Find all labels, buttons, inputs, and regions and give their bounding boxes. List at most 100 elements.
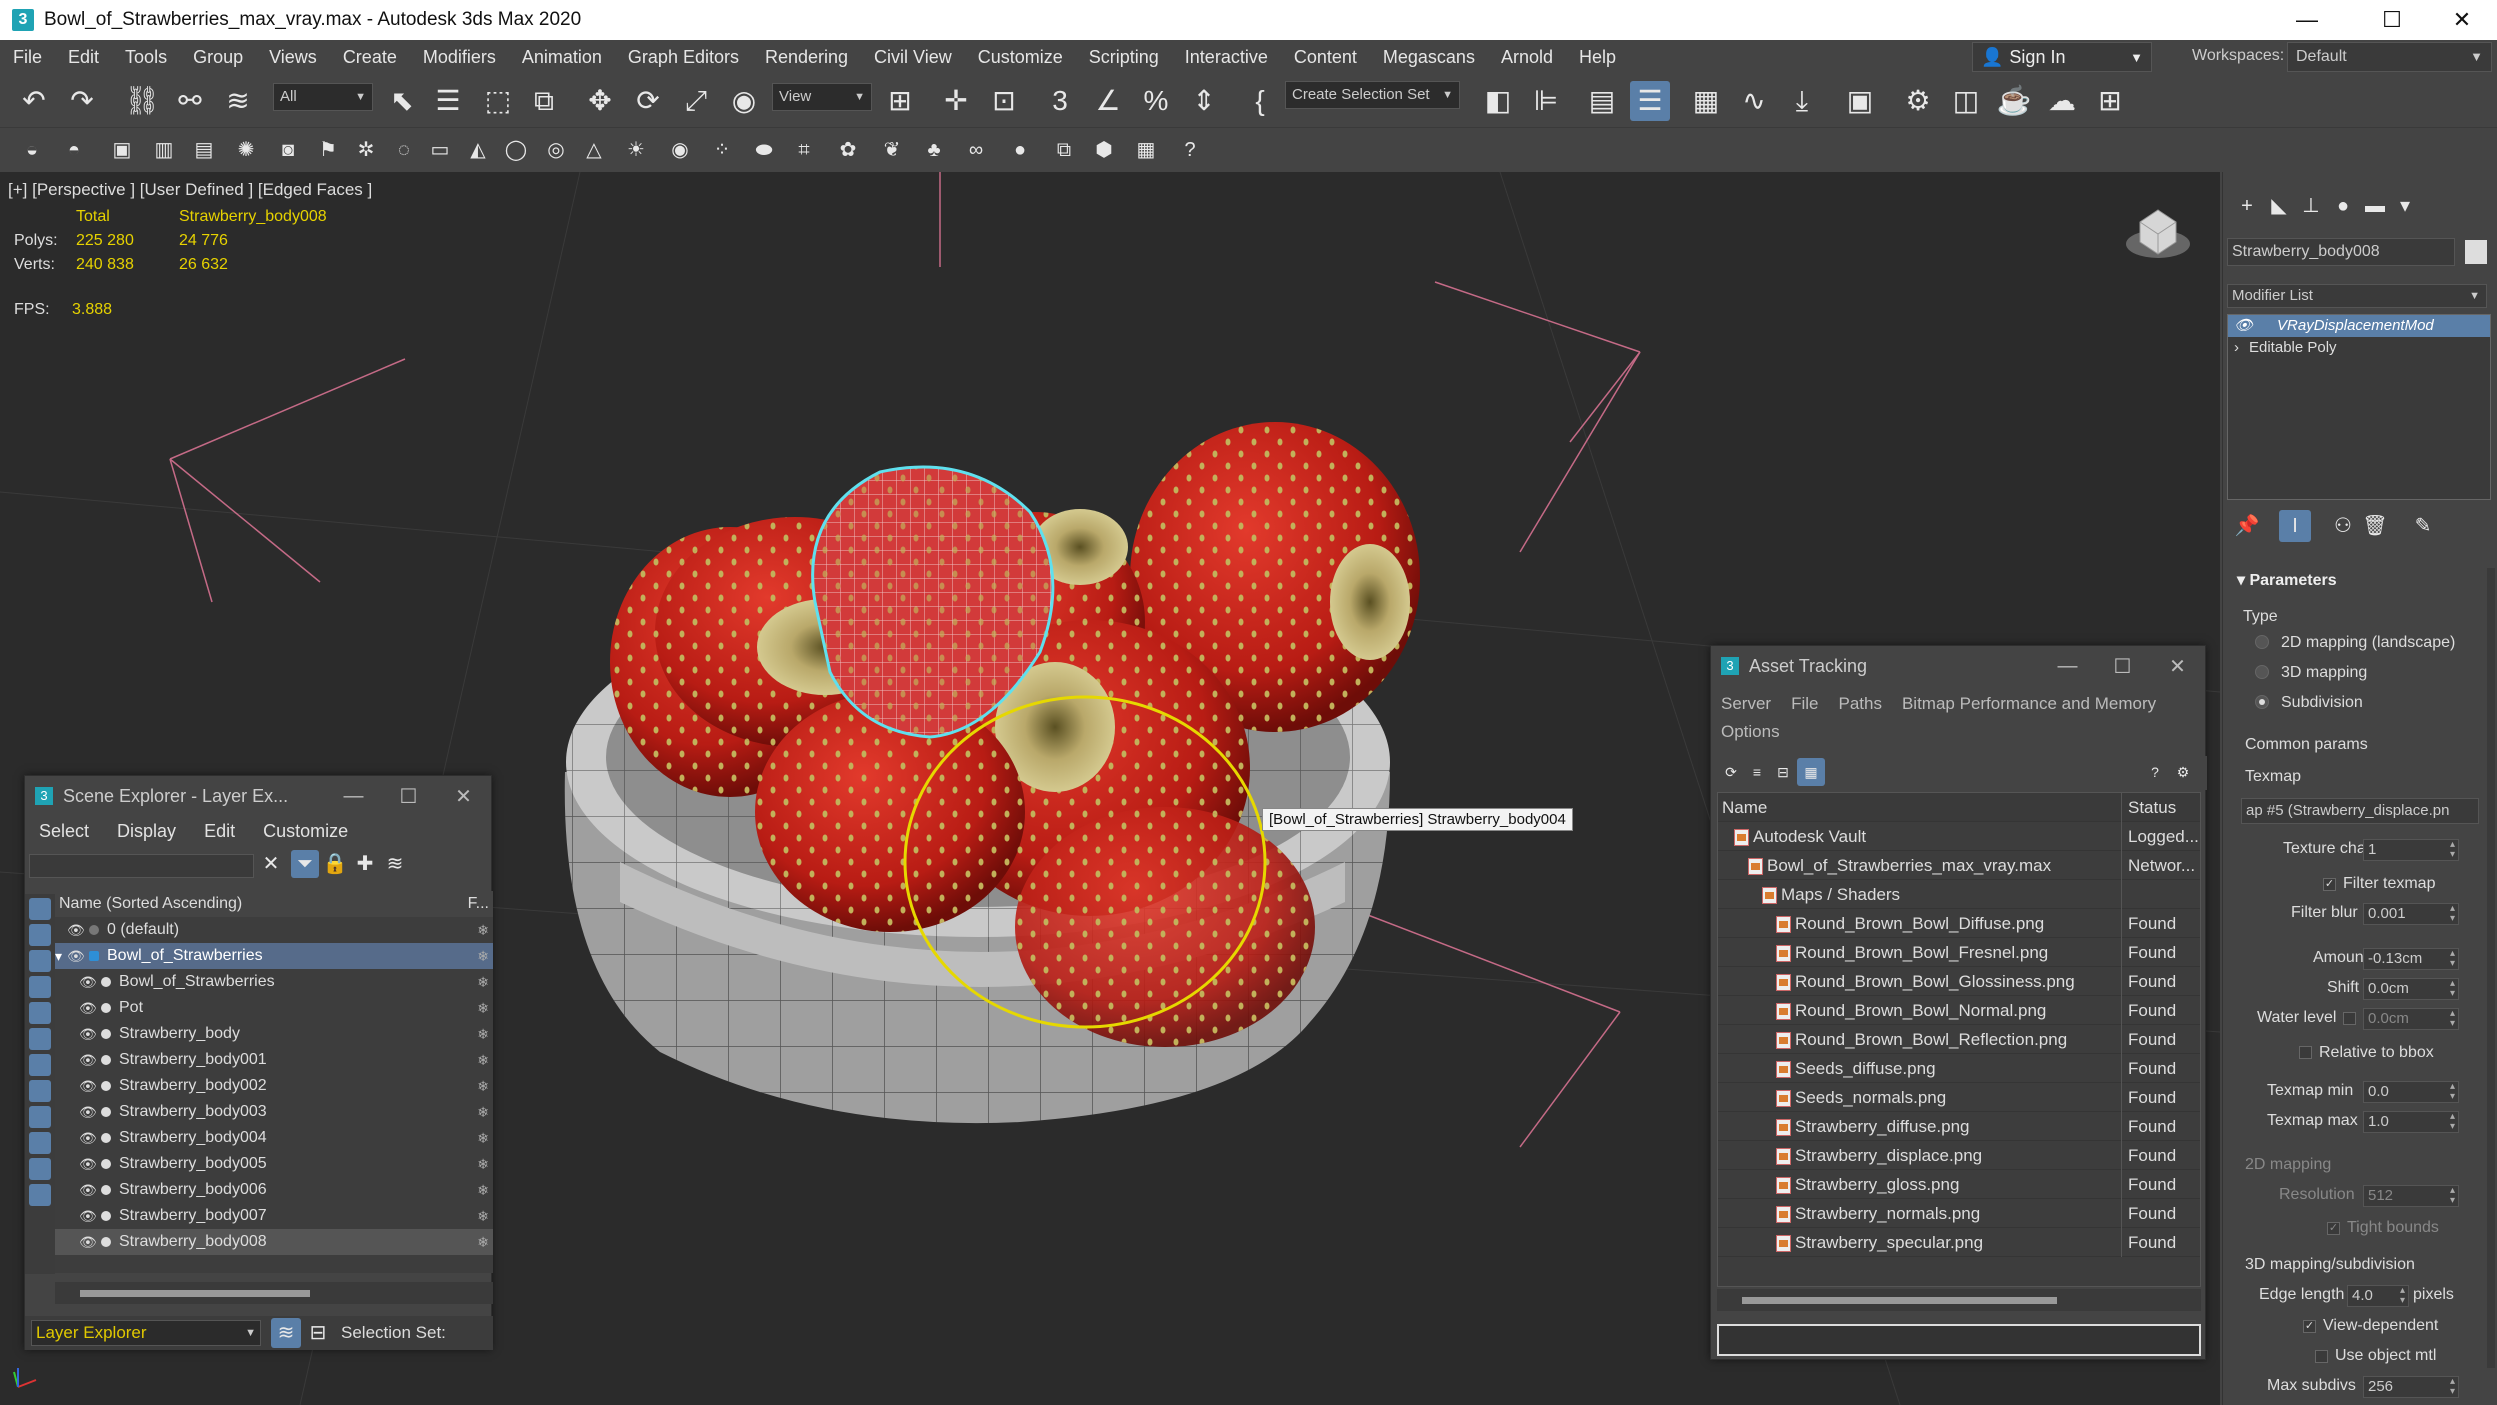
status-column-header[interactable]: Status bbox=[2128, 793, 2198, 822]
freeze-icon[interactable]: ❄ bbox=[477, 1099, 489, 1125]
freeze-icon[interactable]: ❄ bbox=[477, 1047, 489, 1073]
cylinder-icon[interactable]: ▥ bbox=[148, 134, 180, 166]
menu-edit[interactable]: Edit bbox=[190, 821, 249, 842]
eye-icon[interactable]: 👁 bbox=[79, 1229, 97, 1255]
spinner-arrows-icon[interactable]: ▴ ▾ bbox=[2450, 1377, 2455, 1397]
resolution-spinner[interactable]: 512 ▴ ▾ bbox=[2363, 1185, 2459, 1207]
spinner-arrows-icon[interactable]: ▴ ▾ bbox=[2450, 1082, 2455, 1102]
reference-coordinate-dropdown[interactable]: View ▼ bbox=[772, 83, 872, 111]
create-tab-icon[interactable]: + bbox=[2231, 190, 2263, 222]
eye-icon[interactable]: 👁 bbox=[79, 969, 97, 995]
texture-chan-spinner[interactable]: 1 ▴ ▾ bbox=[2363, 839, 2459, 861]
menu-views[interactable]: Views bbox=[256, 40, 330, 74]
snaps-toggle-icon[interactable]: 3 bbox=[1040, 81, 1080, 121]
asset-tracking-titlebar[interactable]: 3 Asset Tracking — ☐ ✕ bbox=[1711, 646, 2205, 686]
object-color-swatch[interactable] bbox=[2465, 240, 2487, 264]
menu-select[interactable]: Select bbox=[25, 821, 103, 842]
minimize-button[interactable]: — bbox=[2040, 655, 2095, 678]
add-layer-icon[interactable]: ✚ bbox=[351, 850, 379, 878]
list-view-icon[interactable]: ≡ bbox=[1743, 758, 1771, 786]
system-icon[interactable]: ◌ bbox=[388, 134, 420, 166]
asset-row[interactable]: Bowl_of_Strawberries_max_vray.max Networ.… bbox=[1718, 851, 2200, 880]
tree-row[interactable]: ▾ 👁 Bowl_of_Strawberries ❄ bbox=[55, 943, 493, 969]
create-selection-set-dropdown[interactable]: Create Selection Set ▼ bbox=[1285, 81, 1460, 109]
scene-explorer-titlebar[interactable]: 3 Scene Explorer - Layer Ex... — ☐ ✕ bbox=[25, 776, 491, 816]
maximize-button[interactable]: ☐ bbox=[2357, 0, 2427, 40]
tree-row[interactable]: 👁 Strawberry_body003 ❄ bbox=[55, 1099, 493, 1125]
render-icon[interactable]: ▦ bbox=[1130, 134, 1162, 166]
selection-filter-dropdown[interactable]: All ▼ bbox=[273, 83, 373, 111]
modifier-list-dropdown[interactable]: Modifier List ▼ bbox=[2227, 284, 2487, 308]
viewport-label[interactable]: [+] [Perspective ] [User Defined ] [Edge… bbox=[8, 180, 372, 200]
eye-icon[interactable]: 👁 bbox=[79, 1177, 97, 1203]
freeze-icon[interactable]: ❄ bbox=[477, 917, 489, 943]
close-button[interactable]: ✕ bbox=[2427, 0, 2497, 40]
camera-filter-icon[interactable] bbox=[29, 976, 51, 998]
eye-icon[interactable]: 👁 bbox=[67, 943, 85, 969]
asset-row[interactable]: Seeds_diffuse.png Found bbox=[1718, 1054, 2200, 1083]
settings-icon[interactable]: ⚙ bbox=[2169, 758, 2197, 786]
freeze-icon[interactable]: ❄ bbox=[477, 1177, 489, 1203]
mirror-icon[interactable]: ◧ bbox=[1478, 81, 1518, 121]
menu-help[interactable]: Help bbox=[1566, 40, 1629, 74]
eye-icon[interactable]: 👁 bbox=[79, 1151, 97, 1177]
tree-row[interactable]: 👁 Strawberry_body006 ❄ bbox=[55, 1177, 493, 1203]
max-subdivs-spinner[interactable]: 256 ▴ ▾ bbox=[2363, 1376, 2459, 1398]
menu-create[interactable]: Create bbox=[330, 40, 410, 74]
stack-item-vraydisplacement[interactable]: 👁 VRayDisplacementMod bbox=[2228, 315, 2490, 337]
use-object-mtl-checkbox[interactable] bbox=[2315, 1350, 2328, 1363]
spinner-arrows-icon[interactable]: ▴ ▾ bbox=[2450, 949, 2455, 969]
spacewarp-filter-icon[interactable] bbox=[29, 1028, 51, 1050]
display-tab-icon[interactable]: ▬ bbox=[2359, 190, 2391, 222]
standard-box-icon[interactable]: ▭ bbox=[424, 134, 456, 166]
menu-scripting[interactable]: Scripting bbox=[1076, 40, 1172, 74]
asset-row[interactable]: Round_Brown_Bowl_Fresnel.png Found bbox=[1718, 938, 2200, 967]
asset-row[interactable]: Round_Brown_Bowl_Reflection.png Found bbox=[1718, 1025, 2200, 1054]
freeze-icon[interactable]: ❄ bbox=[477, 1021, 489, 1047]
filter-texmap-checkbox[interactable]: ✓ bbox=[2323, 878, 2336, 891]
maximize-button[interactable]: ☐ bbox=[381, 784, 436, 809]
utilities-tab-icon[interactable]: ▾ bbox=[2389, 190, 2421, 222]
menu-modifiers[interactable]: Modifiers bbox=[410, 40, 509, 74]
minimize-button[interactable]: — bbox=[2272, 0, 2342, 40]
asset-row[interactable]: Strawberry_normals.png Found bbox=[1718, 1199, 2200, 1228]
mesh-icon[interactable]: ⌗ bbox=[788, 134, 820, 166]
select-object-icon[interactable]: ⬉ bbox=[382, 81, 422, 121]
light-filter-icon[interactable] bbox=[29, 950, 51, 972]
helper-filter-icon[interactable] bbox=[29, 1002, 51, 1024]
plane-icon[interactable]: ▤ bbox=[188, 134, 220, 166]
helper-icon[interactable]: ⚑ bbox=[312, 134, 344, 166]
menu-server[interactable]: Server bbox=[1721, 694, 1771, 713]
tree-row[interactable]: 👁 Bowl_of_Strawberries ❄ bbox=[55, 969, 493, 995]
fx-icon[interactable]: ⧉ bbox=[1048, 134, 1080, 166]
schematic-view-icon[interactable]: ⤓ bbox=[1782, 81, 1822, 121]
rotate-icon[interactable]: ⟳ bbox=[628, 81, 668, 121]
close-button[interactable]: ✕ bbox=[2150, 654, 2205, 679]
radio-2d-mapping[interactable] bbox=[2255, 635, 2269, 649]
freeze-icon[interactable]: ❄ bbox=[477, 943, 489, 969]
eye-icon[interactable]: 👁 bbox=[79, 1203, 97, 1229]
asset-row[interactable]: Strawberry_displace.png Found bbox=[1718, 1141, 2200, 1170]
edge-length-spinner[interactable]: 4.0 ▴ ▾ bbox=[2347, 1285, 2409, 1307]
eye-icon[interactable]: 👁 bbox=[2234, 317, 2253, 334]
texmap-button[interactable]: ap #5 (Strawberry_displace.pn bbox=[2241, 798, 2479, 824]
freeze-icon[interactable]: ❄ bbox=[477, 1203, 489, 1229]
eye-icon[interactable]: 👁 bbox=[79, 1099, 97, 1125]
angle-snap-icon[interactable]: ∠ bbox=[1088, 81, 1128, 121]
shift-spinner[interactable]: 0.0cm ▴ ▾ bbox=[2363, 978, 2459, 1000]
edit-named-selection-icon[interactable]: { bbox=[1240, 81, 1280, 121]
lock-icon[interactable]: 🔒 bbox=[321, 850, 349, 878]
material-editor-icon[interactable]: ▣ bbox=[1840, 81, 1880, 121]
menu-animation[interactable]: Animation bbox=[509, 40, 615, 74]
spinner-snap-icon[interactable]: ⇕ bbox=[1184, 81, 1224, 121]
render-cloud-icon[interactable]: ☁ bbox=[2042, 81, 2082, 121]
scale-icon[interactable]: ⤢ bbox=[676, 81, 716, 121]
tree-row[interactable]: 👁 Strawberry_body002 ❄ bbox=[55, 1073, 493, 1099]
hedra-icon[interactable]: ✿ bbox=[832, 134, 864, 166]
stack-item-editable-poly[interactable]: › Editable Poly bbox=[2228, 337, 2490, 359]
selection-set-icon[interactable]: ⊟ bbox=[305, 1318, 331, 1348]
menu-content[interactable]: Content bbox=[1281, 40, 1370, 74]
configure-sets-icon[interactable]: ✎ bbox=[2407, 510, 2439, 542]
container-filter-icon[interactable] bbox=[29, 1132, 51, 1154]
spinner-arrows-icon[interactable]: ▴ ▾ bbox=[2450, 979, 2455, 999]
